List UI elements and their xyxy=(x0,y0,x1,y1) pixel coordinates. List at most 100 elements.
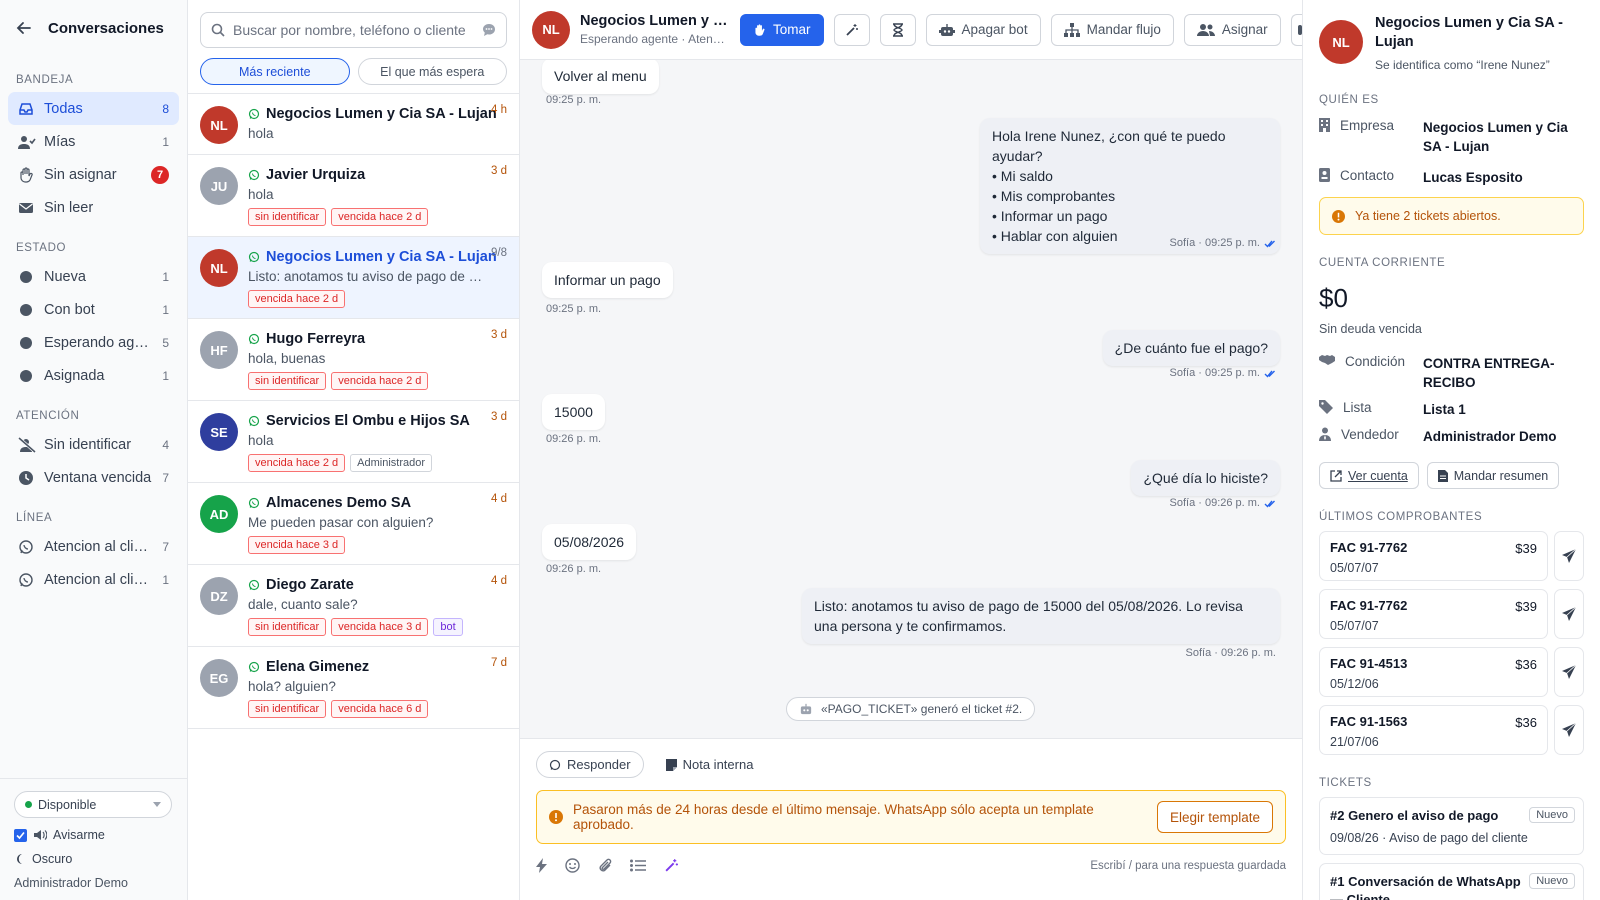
sidebar-item-sin-identificar[interactable]: Sin identificar 4 xyxy=(8,428,179,461)
more-actions-button[interactable] xyxy=(1290,13,1302,46)
conversation-item[interactable]: JU Javier Urquiza hola sin identificar ve… xyxy=(188,155,519,237)
invoice-card[interactable]: FAC 91-1563 $36 21/07/06 xyxy=(1319,705,1548,755)
sidebar-item-label: Sin asignar xyxy=(44,166,117,183)
tag-list: vencida hace 2 d Administrador xyxy=(248,454,507,472)
note-icon xyxy=(665,758,677,771)
invoice-number: FAC 91-7762 xyxy=(1330,540,1408,555)
search-input[interactable] xyxy=(233,22,474,38)
conversation-item[interactable]: NL Negocios Lumen y Cia SA - Lujan hola … xyxy=(188,94,519,155)
conversation-name-row: Negocios Lumen y Cia SA - Lujan xyxy=(248,106,507,122)
sidebar-header: Conversaciones xyxy=(0,0,187,56)
ticket-card[interactable]: #1 Conversación de WhatsApp — Cliente Nu… xyxy=(1319,863,1584,900)
invoice-date: 05/07/07 xyxy=(1330,619,1379,633)
status-tag: Administrador xyxy=(350,454,433,472)
conversation-item[interactable]: HF Hugo Ferreyra hola, buenas sin identi… xyxy=(188,319,519,401)
magic-wand-icon[interactable] xyxy=(664,858,679,873)
status-dot-icon xyxy=(20,303,32,316)
notify-toggle[interactable]: Avisarme xyxy=(14,828,173,842)
invoice-list: FAC 91-7762 $39 05/07/07 FAC 91-7762 $39… xyxy=(1319,531,1584,755)
back-arrow-icon[interactable] xyxy=(16,20,32,36)
bot-off-button[interactable]: Apagar bot xyxy=(925,13,1041,46)
status-tag: vencida hace 3 d xyxy=(248,536,346,554)
conversation-item[interactable]: NL Negocios Lumen y Cia SA - Lujan Listo… xyxy=(188,237,519,319)
conversation-item[interactable]: DZ Diego Zarate dale, cuanto sale? sin i… xyxy=(188,565,519,647)
sidebar-item-esperando[interactable]: Esperando agen... 5 xyxy=(8,326,179,359)
section-invoices: ÚLTIMOS COMPROBANTES xyxy=(1319,511,1483,523)
conversation-item[interactable]: EG Elena Gimenez hola? alguien? sin iden… xyxy=(188,647,519,729)
take-button[interactable]: Tomar xyxy=(740,13,824,46)
sidebar-item-ventana-vencida[interactable]: Ventana vencida 7 xyxy=(8,461,179,494)
sidebar-item-label: Atencion al clie... xyxy=(44,538,153,555)
sidebar-item-label: Atencion al clie... xyxy=(44,571,153,588)
choose-template-button[interactable]: Elegir template xyxy=(1156,801,1273,833)
conversation-name: Hugo Ferreyra xyxy=(266,331,366,347)
emoji-icon[interactable] xyxy=(565,858,580,873)
status-dot-icon xyxy=(20,270,32,283)
inbox-icon xyxy=(18,101,34,117)
sidebar-item-con-bot[interactable]: Con bot 1 xyxy=(8,293,179,326)
send-summary-button[interactable]: Mandar resumen xyxy=(1426,462,1560,489)
sidebar-item-linea-2[interactable]: Atencion al clie... 1 xyxy=(8,563,179,596)
whatsapp-icon xyxy=(248,497,260,509)
send-invoice-button[interactable] xyxy=(1554,589,1584,639)
conversation-name-row: Diego Zarate xyxy=(248,577,507,593)
assign-button[interactable]: Asignar xyxy=(1183,13,1281,46)
invoice-row: FAC 91-4513 $36 05/12/06 xyxy=(1319,647,1584,697)
conversation-preview: Listo: anotamos tu aviso de pago de 1... xyxy=(248,269,488,284)
sidebar-item-asignada[interactable]: Asignada 1 xyxy=(8,359,179,392)
internal-note-label: Nota interna xyxy=(682,757,754,772)
dark-mode-toggle[interactable]: Oscuro xyxy=(14,852,173,866)
availability-select[interactable]: Disponible xyxy=(14,791,172,818)
sidebar-item-todas[interactable]: Todas 8 xyxy=(8,92,179,125)
conversation-item[interactable]: SE Servicios El Ombu e Hijos SA hola ven… xyxy=(188,401,519,483)
internal-note-tab[interactable]: Nota interna xyxy=(654,751,766,778)
sidebar-item-count: 1 xyxy=(162,572,169,587)
invoice-card[interactable]: FAC 91-4513 $36 05/12/06 xyxy=(1319,647,1548,697)
status-tag: bot xyxy=(433,618,463,636)
invoice-card[interactable]: FAC 91-7762 $39 05/07/07 xyxy=(1319,531,1548,581)
moon-icon xyxy=(14,853,26,865)
send-invoice-button[interactable] xyxy=(1554,647,1584,697)
avatar: NL xyxy=(1319,20,1363,64)
conversation-item[interactable]: AD Almacenes Demo SA Me pueden pasar con… xyxy=(188,483,519,565)
send-invoice-button[interactable] xyxy=(1554,705,1584,755)
message-in: Volver al menu xyxy=(542,60,659,94)
message-meta: Sofía · 09:25 p. m. xyxy=(1170,367,1277,379)
contact-value: Lucas Esposito xyxy=(1423,170,1523,185)
more-icon xyxy=(1298,24,1302,36)
sidebar-item-linea-1[interactable]: Atencion al clie... 7 xyxy=(8,530,179,563)
seller-value: Administrador Demo xyxy=(1423,429,1557,444)
sidebar-item-mias[interactable]: Mías 1 xyxy=(8,125,179,158)
sort-wait-button[interactable]: El que más espera xyxy=(357,58,507,85)
sidebar-item-nueva[interactable]: Nueva 1 xyxy=(8,260,179,293)
invoice-card[interactable]: FAC 91-7762 $39 05/07/07 xyxy=(1319,589,1548,639)
paper-plane-icon xyxy=(1562,723,1576,737)
bolt-icon[interactable] xyxy=(536,858,547,873)
status-tag: vencida hace 2 d xyxy=(331,208,429,226)
hand-icon xyxy=(18,166,34,183)
invoice-amount: $39 xyxy=(1515,541,1537,556)
send-invoice-button[interactable] xyxy=(1554,531,1584,581)
sidebar-item-count: 7 xyxy=(162,470,169,485)
saved-reply-hint: Escribí / para una respuesta guardada xyxy=(1090,859,1286,872)
reply-tab[interactable]: Responder xyxy=(536,751,644,778)
magic-wand-button[interactable] xyxy=(833,13,870,46)
ticket-card[interactable]: #2 Genero el aviso de pago Nuevo 09/08/2… xyxy=(1319,797,1584,855)
paperclip-icon[interactable] xyxy=(598,858,612,873)
notify-checkbox[interactable] xyxy=(14,828,27,842)
sort-recent-button[interactable]: Más reciente xyxy=(200,58,350,85)
warning-icon xyxy=(1332,209,1345,223)
snooze-button[interactable] xyxy=(879,13,916,46)
message-time: 09:26 p. m. xyxy=(546,563,602,575)
list-icon[interactable] xyxy=(630,859,646,872)
double-check-icon xyxy=(1264,499,1276,508)
invoice-number: FAC 91-7762 xyxy=(1330,598,1408,613)
message-out: ¿Qué día lo hiciste? xyxy=(1131,460,1280,496)
message-line: Hola Irene Nunez, ¿con qué te puedo ayud… xyxy=(992,128,1226,164)
sidebar-item-sin-leer[interactable]: Sin leer xyxy=(8,191,179,224)
sidebar-item-sin-asignar[interactable]: Sin asignar 7 xyxy=(8,158,179,191)
view-account-button[interactable]: Ver cuenta xyxy=(1319,462,1419,489)
sidebar-item-label: Ventana vencida xyxy=(44,469,152,486)
chat-bubble-icon[interactable] xyxy=(482,23,496,37)
send-flow-button[interactable]: Mandar flujo xyxy=(1050,13,1174,46)
